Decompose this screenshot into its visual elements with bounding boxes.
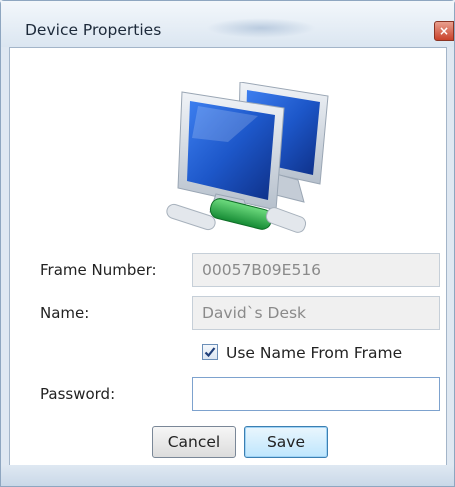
save-button[interactable]: Save	[244, 426, 328, 458]
window-title: Device Properties	[25, 21, 162, 39]
use-name-from-frame-label[interactable]: Use Name From Frame	[226, 344, 402, 362]
frame-number-label: Frame Number:	[40, 261, 157, 279]
dialog-body: Frame Number: 00057B09E516 Name: David`s…	[9, 47, 447, 467]
network-computers-icon	[166, 82, 329, 233]
close-button[interactable]: ×	[434, 21, 454, 41]
use-name-from-frame-checkbox[interactable]	[202, 344, 218, 360]
password-input[interactable]	[192, 377, 440, 411]
name-label: Name:	[40, 304, 90, 322]
title-bar-blur	[206, 18, 316, 38]
cancel-button[interactable]: Cancel	[152, 426, 236, 458]
window-bottom-border	[1, 465, 454, 486]
frame-number-field: 00057B09E516	[192, 253, 440, 287]
title-bar[interactable]: Device Properties ×	[1, 1, 454, 47]
device-properties-window: Device Properties × Frame Number: 00057B…	[0, 0, 455, 487]
password-label: Password:	[40, 385, 116, 403]
name-field: David`s Desk	[192, 296, 440, 330]
checkmark-icon	[204, 347, 216, 358]
